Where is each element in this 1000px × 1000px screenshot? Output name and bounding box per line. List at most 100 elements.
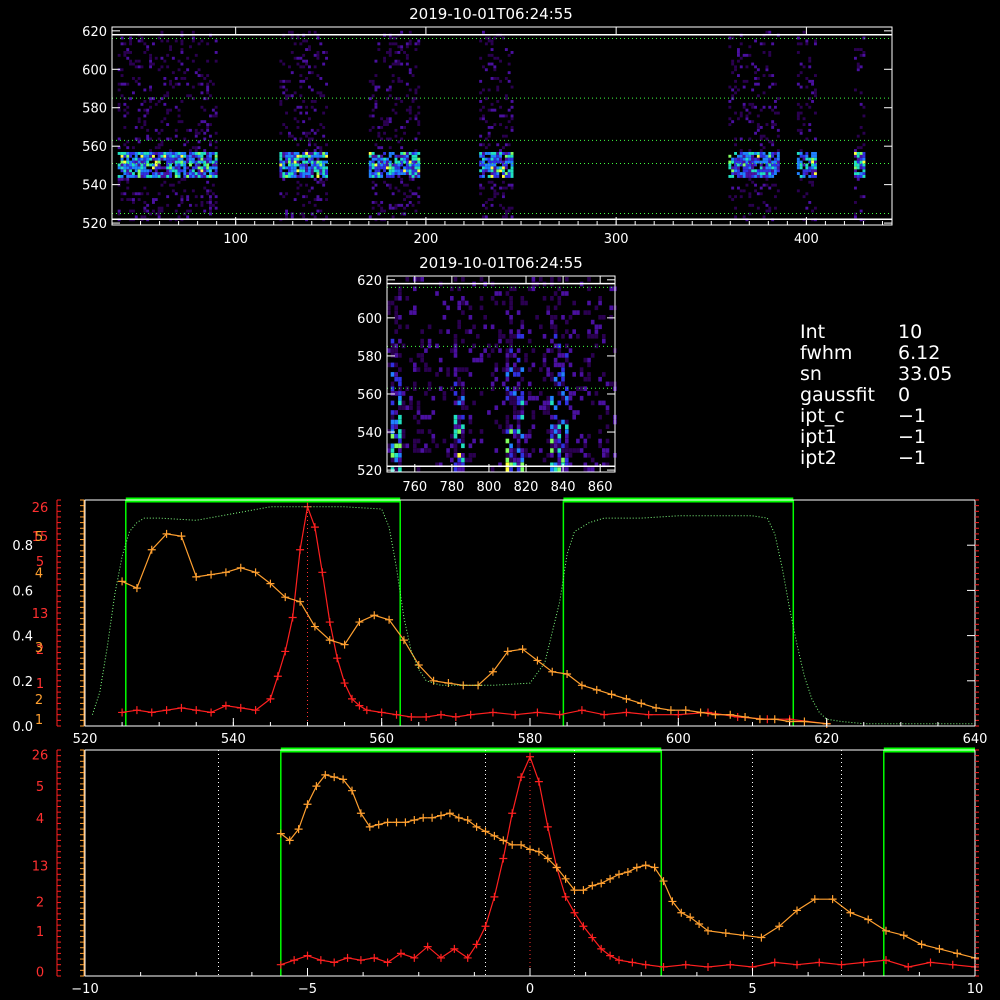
spectrogram-pixel (310, 88, 314, 92)
spectrogram-pixel (129, 36, 132, 40)
spectrogram-pixel (461, 367, 465, 372)
spectrogram-pixel (765, 68, 769, 72)
spectrogram-pixel (308, 65, 311, 69)
spectrogram-pixel (403, 126, 406, 129)
spectrogram-pixel (285, 192, 288, 196)
spectrogram-pixel (171, 56, 175, 60)
spectrogram-pixel (814, 111, 817, 115)
spectrogram-pixel (191, 172, 195, 175)
spectrogram-pixel (762, 154, 766, 158)
spectrogram-pixel (398, 467, 402, 472)
spectrogram-pixel (197, 123, 201, 126)
info-value: 10 (898, 321, 923, 343)
spectrogram-pixel (453, 367, 458, 372)
spectrogram-pixel (414, 117, 418, 121)
spectrogram-pixel (387, 300, 391, 306)
spectrogram-pixel (487, 410, 491, 415)
spectrogram-pixel (728, 154, 732, 158)
spectrogram-pixel (398, 367, 402, 372)
spectrogram-pixel (561, 448, 565, 453)
spectrogram-pixel (180, 152, 184, 155)
spectrogram-pixel (513, 410, 517, 415)
spectrogram-pixel (398, 291, 402, 296)
spectrogram-pixel (493, 65, 497, 69)
spectrogram-pixel (120, 198, 124, 201)
spectrogram-pixel (576, 438, 580, 444)
spectrogram-pixel (513, 353, 517, 358)
spectrogram-pixel (774, 105, 777, 109)
spectrogram-pixel (157, 206, 161, 210)
spectrogram-pixel (605, 424, 610, 429)
spectrogram-pixel (862, 166, 866, 170)
spectrogram-pixel (539, 324, 543, 330)
spectrogram-pixel (282, 195, 286, 199)
spectrogram-pixel (371, 166, 375, 170)
spectrogram-pixel (160, 143, 164, 147)
spectrogram-pixel (502, 172, 505, 175)
spectrogram-pixel (811, 180, 814, 184)
spectrogram-pixel (734, 169, 737, 173)
spectrogram-pixel (290, 215, 294, 219)
spectrogram-pixel (120, 152, 124, 155)
spectrogram-pixel (546, 410, 550, 415)
spectrogram-pixel (745, 169, 749, 173)
spectrogram-pixel (123, 82, 127, 86)
spectrogram-pixel (510, 183, 514, 187)
spectrogram-pixel (496, 172, 500, 175)
spectrogram-pixel (862, 131, 866, 135)
spectrogram-pixel (472, 400, 476, 406)
spectrogram-pixel (174, 39, 178, 43)
spectrogram-pixel (587, 310, 591, 315)
spectrogram-pixel (862, 175, 866, 178)
x-tick-label: 820 (514, 480, 539, 495)
spectrogram-pixel (594, 334, 599, 339)
spectrogram-pixel (169, 108, 172, 112)
spectrogram-pixel (479, 79, 483, 83)
spectrogram-pixel (739, 65, 743, 69)
spectrogram-pixel (302, 39, 306, 43)
spectrogram-pixel (510, 51, 514, 54)
spectrogram-pixel (390, 453, 395, 458)
spectrogram-pixel (598, 443, 602, 449)
spectrogram-pixel (319, 169, 323, 173)
spectrogram-pixel (457, 438, 461, 444)
spectrogram-pixel (505, 338, 510, 344)
spectrogram-pixel (154, 169, 158, 173)
spectrogram-pixel (137, 166, 141, 170)
spectrogram-pixel (728, 85, 732, 89)
spectrogram-pixel (527, 433, 532, 439)
spectrogram-pixel (194, 166, 198, 170)
x-tick-label: 800 (477, 480, 502, 495)
spectrogram-pixel (197, 157, 201, 161)
spectrogram-pixel (765, 177, 769, 181)
spectrogram-pixel (453, 453, 458, 458)
spectrogram-pixel (561, 419, 565, 425)
spectrogram-pixel (123, 42, 127, 46)
spectrogram-pixel (171, 152, 175, 155)
spectrogram-pixel (169, 157, 172, 161)
spectrogram-pixel (745, 152, 749, 155)
spectrogram-pixel (502, 175, 505, 178)
spectrogram-pixel (169, 149, 172, 152)
spectrogram-pixel (776, 163, 780, 167)
spectrogram-pixel (504, 186, 508, 190)
spectrogram-pixel (405, 120, 409, 124)
spectrogram-pixel (405, 42, 409, 46)
spectrogram-pixel (520, 400, 525, 406)
spectrogram-pixel (166, 65, 170, 69)
spectrogram-pixel (408, 71, 412, 75)
spectrogram-pixel (531, 277, 536, 282)
spectrogram-pixel (505, 424, 510, 429)
spectrogram-pixel (734, 195, 737, 199)
spectrogram-pixel (325, 172, 328, 175)
spectrogram-pixel (391, 206, 395, 210)
spectrogram-pixel (461, 391, 465, 396)
spectrogram-pixel (587, 300, 591, 306)
spectrogram-pixel (859, 48, 863, 51)
spectrogram-pixel (579, 372, 584, 377)
spectrogram-pixel (453, 443, 458, 449)
spectrogram-pixel (123, 154, 127, 158)
spectrogram-pixel (431, 438, 436, 444)
spectrogram-pixel (731, 94, 735, 98)
spectrogram-pixel (759, 175, 763, 178)
